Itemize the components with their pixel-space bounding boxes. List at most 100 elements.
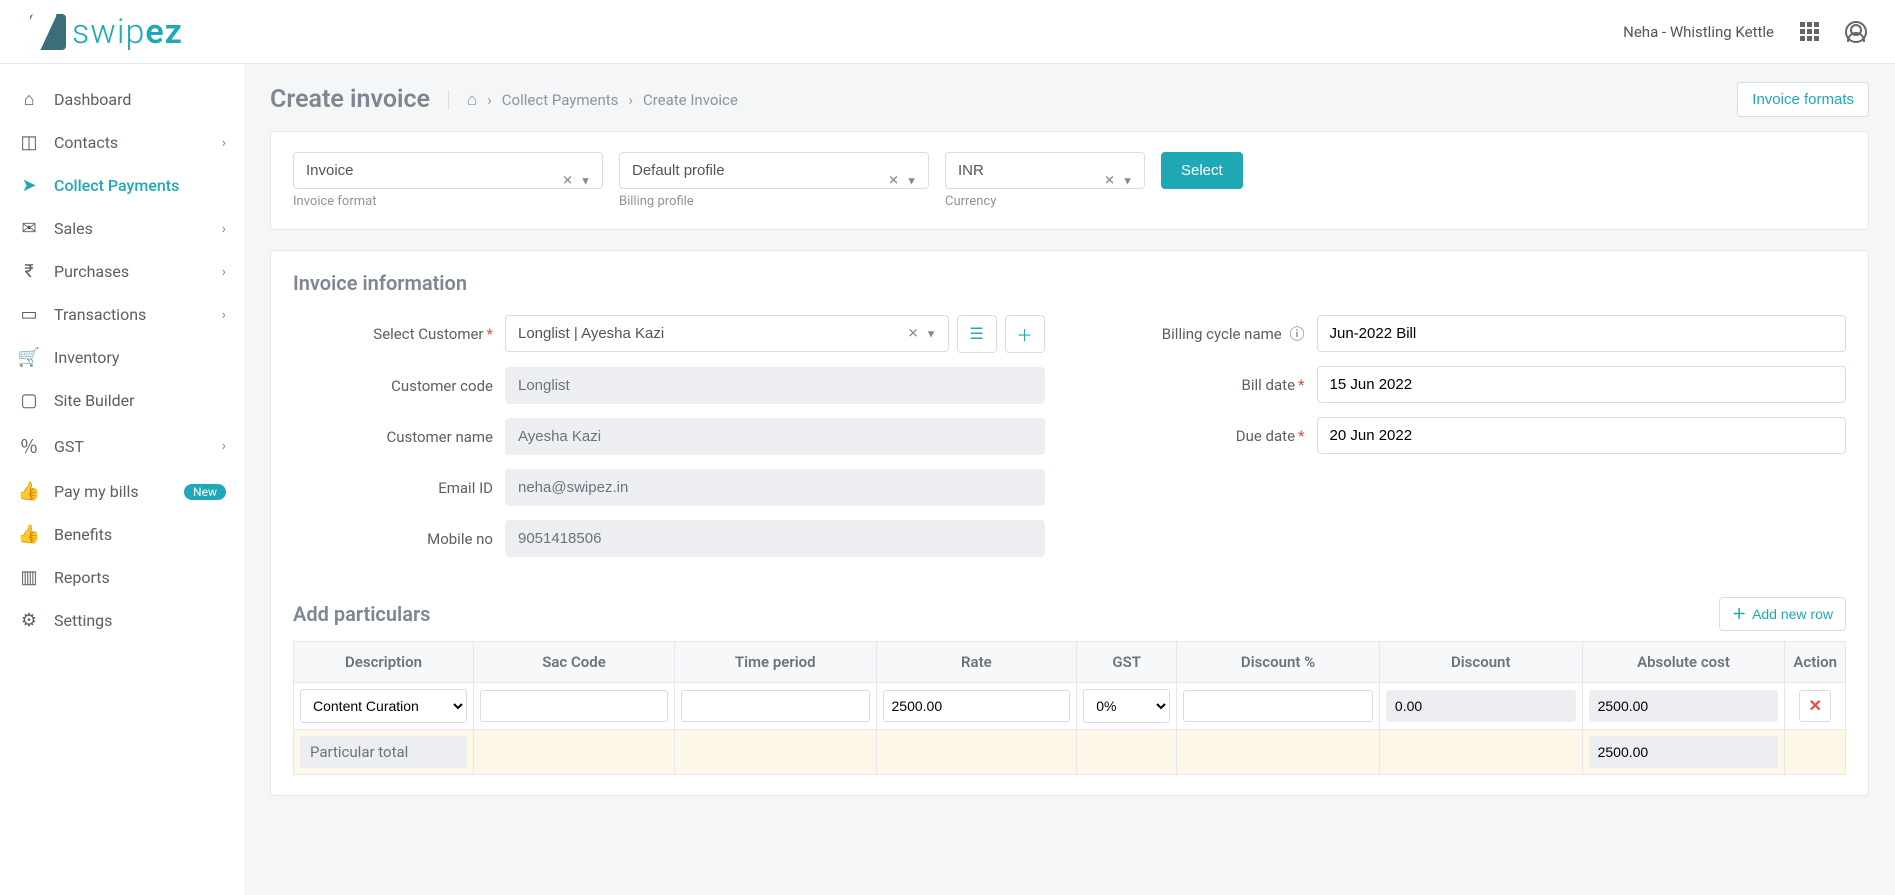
chevron-right-icon: ›	[222, 438, 226, 454]
sidebar-item-label: Transactions	[54, 305, 146, 324]
gear-icon: ⚙	[18, 610, 40, 631]
customer-code-label: Customer code	[293, 377, 493, 395]
home-icon[interactable]: ⌂	[467, 90, 477, 110]
customer-code-field	[505, 367, 1045, 404]
sidebar-item-reports[interactable]: ▥Reports	[0, 556, 244, 599]
sidebar-item-benefits[interactable]: 👍Benefits	[0, 513, 244, 556]
chevron-down-icon[interactable]: ▼	[926, 328, 937, 341]
thumb-icon: 👍	[18, 481, 40, 502]
chevron-down-icon[interactable]: ▼	[1122, 174, 1133, 187]
sidebar-item-label: GST	[54, 437, 84, 456]
customer-name-field	[505, 418, 1045, 455]
thumb-icon: 👍	[18, 524, 40, 545]
rate-input[interactable]	[883, 690, 1071, 722]
info-icon[interactable]: ⓘ	[1289, 325, 1304, 343]
table-row: Content Curation 0% ✕	[294, 683, 1846, 730]
chevron-down-icon[interactable]: ▼	[906, 174, 917, 187]
column-header: Absolute cost	[1582, 642, 1785, 683]
chevron-right-icon: ›	[222, 307, 226, 323]
sidebar: ⌂Dashboard◫Contacts›➤Collect Payments✉Sa…	[0, 64, 244, 895]
clear-icon[interactable]: ✕	[1104, 173, 1115, 188]
sidebar-item-label: Sales	[54, 219, 93, 238]
absolute-cost-value	[1589, 690, 1779, 722]
clear-icon[interactable]: ✕	[888, 173, 899, 188]
apps-grid-icon[interactable]	[1800, 22, 1819, 41]
chevron-right-icon: ›	[222, 135, 226, 151]
invoice-format-select[interactable]	[293, 152, 603, 189]
sidebar-item-pay-my-bills[interactable]: 👍Pay my billsNew	[0, 470, 244, 513]
plus-icon: ＋	[1732, 604, 1746, 624]
billing-cycle-label: Billing cycle name ⓘ	[1095, 323, 1305, 344]
sidebar-item-contacts[interactable]: ◫Contacts›	[0, 121, 244, 164]
due-date-label: Due date*	[1095, 427, 1305, 445]
avatar-icon[interactable]	[1845, 21, 1867, 43]
sidebar-item-collect-payments[interactable]: ➤Collect Payments	[0, 164, 244, 207]
breadcrumb-create-invoice[interactable]: Create Invoice	[643, 91, 738, 109]
mobile-label: Mobile no	[293, 530, 493, 548]
sidebar-item-site-builder[interactable]: ▢ Site Builder	[0, 379, 244, 422]
gst-select[interactable]: 0%	[1083, 689, 1170, 723]
billing-cycle-field[interactable]	[1317, 315, 1847, 352]
select-customer-label: Select Customer*	[293, 325, 493, 343]
column-header: Rate	[876, 642, 1077, 683]
chevron-right-icon: ›	[222, 264, 226, 280]
site-icon: ▢	[18, 390, 40, 411]
chart-icon: ▥	[18, 567, 40, 588]
sac-code-input[interactable]	[480, 690, 668, 722]
discount-pct-input[interactable]	[1183, 690, 1373, 722]
invoice-formats-button[interactable]: Invoice formats	[1737, 82, 1869, 117]
discount-value	[1386, 690, 1576, 722]
top-bar: swipez Neha - Whistling Kettle	[0, 0, 1895, 64]
column-header: Discount %	[1177, 642, 1380, 683]
percent-icon: ％	[18, 433, 40, 459]
sidebar-item-settings[interactable]: ⚙ Settings	[0, 599, 244, 642]
sidebar-item-purchases[interactable]: ₹ Purchases ›	[0, 250, 244, 293]
description-select[interactable]: Content Curation	[300, 689, 467, 723]
due-date-field[interactable]	[1317, 417, 1847, 454]
sidebar-item-gst[interactable]: ％ GST ›	[0, 422, 244, 470]
sidebar-item-sales[interactable]: ✉Sales›	[0, 207, 244, 250]
billing-profile-select[interactable]	[619, 152, 929, 189]
sidebar-item-dashboard[interactable]: ⌂Dashboard	[0, 78, 244, 121]
add-customer-button[interactable]: ＋	[1005, 315, 1045, 353]
rupee-icon: ₹	[18, 261, 40, 282]
sidebar-item-transactions[interactable]: ▭ Transactions ›	[0, 293, 244, 336]
sidebar-item-label: Settings	[54, 611, 112, 630]
main-content: Create invoice ⌂ › Collect Payments › Cr…	[244, 64, 1895, 895]
sidebar-item-label: Purchases	[54, 262, 129, 281]
customer-select[interactable]	[505, 315, 949, 352]
sidebar-item-label: Inventory	[54, 348, 120, 367]
clear-icon[interactable]: ✕	[908, 327, 919, 342]
particulars-table: DescriptionSac CodeTime periodRateGSTDis…	[293, 641, 1846, 775]
chevron-down-icon[interactable]: ▼	[580, 174, 591, 187]
sidebar-item-label: Pay my bills	[54, 482, 139, 501]
mobile-field	[505, 520, 1045, 557]
column-header: GST	[1077, 642, 1177, 683]
currency-label: Currency	[945, 194, 1145, 209]
column-header: Action	[1785, 642, 1846, 683]
invoice-format-label: Invoice format	[293, 194, 603, 209]
sidebar-item-label: Site Builder	[54, 391, 135, 410]
select-button[interactable]: Select	[1161, 152, 1243, 189]
cash-icon: ▭	[18, 304, 40, 325]
logo[interactable]: swipez	[30, 12, 183, 52]
home-icon: ⌂	[18, 89, 40, 110]
customer-name-label: Customer name	[293, 428, 493, 446]
currency-select[interactable]	[945, 152, 1145, 189]
add-row-button[interactable]: ＋ Add new row	[1719, 597, 1846, 631]
total-value	[1589, 736, 1779, 768]
user-name-label: Neha - Whistling Kettle	[1623, 23, 1774, 41]
clear-icon[interactable]: ✕	[562, 173, 573, 188]
delete-row-button[interactable]: ✕	[1799, 690, 1831, 722]
breadcrumb-collect-payments[interactable]: Collect Payments	[502, 91, 619, 109]
billing-profile-label: Billing profile	[619, 194, 929, 209]
invoice-info-title: Invoice information	[293, 271, 1846, 295]
customer-list-button[interactable]: ☰	[957, 315, 997, 353]
email-label: Email ID	[293, 479, 493, 497]
format-selector-card: ✕ ▼ Invoice format ✕ ▼ Billing profile ✕…	[270, 131, 1869, 230]
bill-date-field[interactable]	[1317, 366, 1847, 403]
time-period-input[interactable]	[681, 690, 870, 722]
sidebar-item-inventory[interactable]: 🛒Inventory	[0, 336, 244, 379]
column-header: Discount	[1379, 642, 1582, 683]
email-field	[505, 469, 1045, 506]
